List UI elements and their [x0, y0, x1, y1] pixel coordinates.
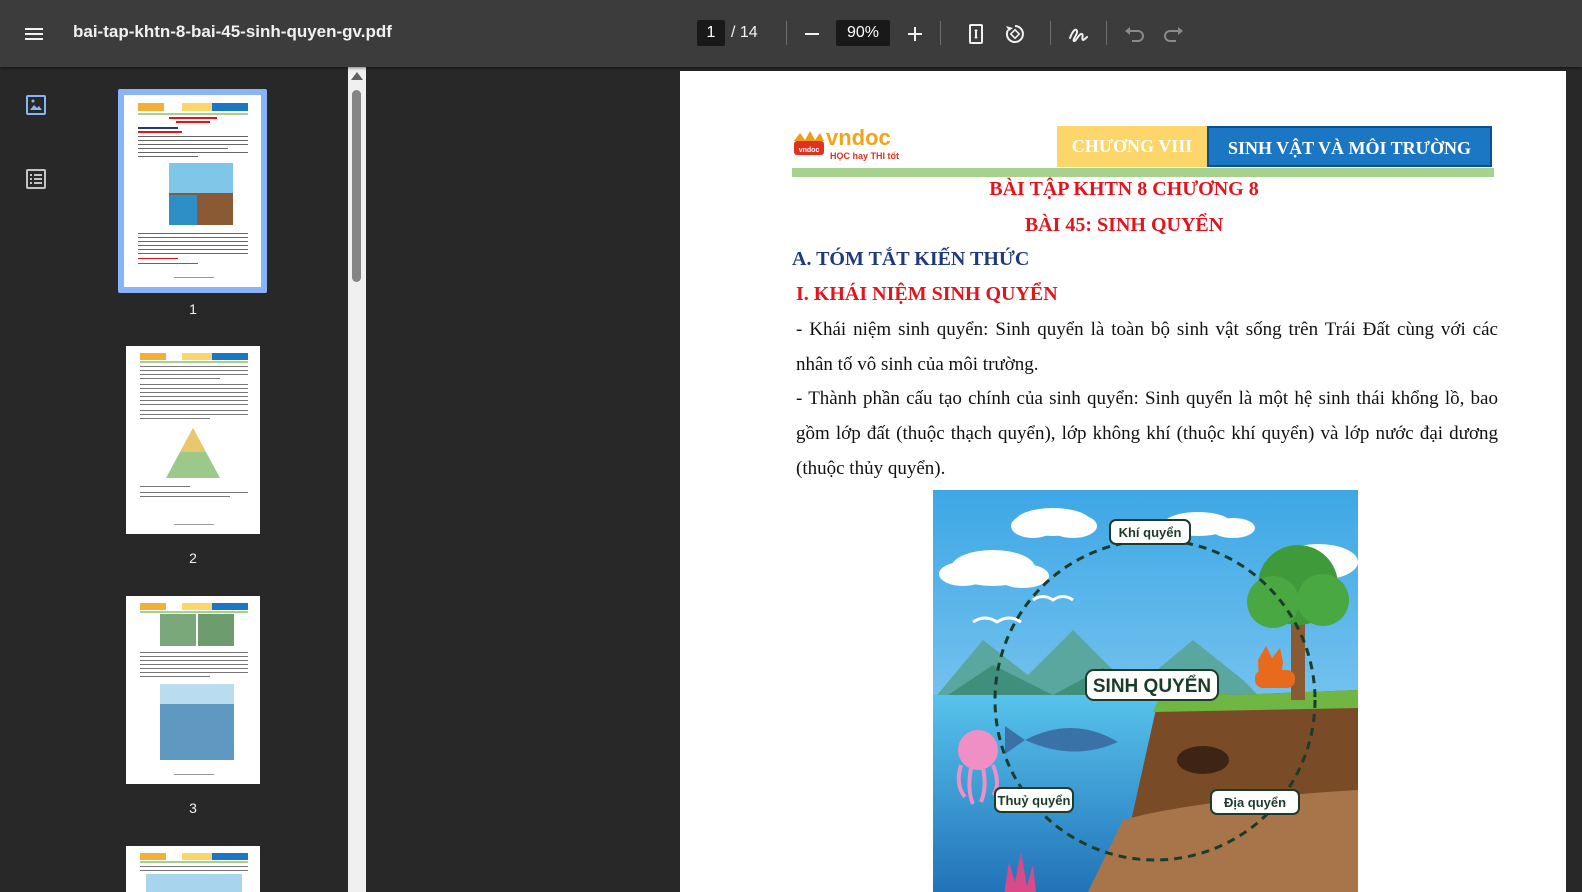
outline-icon[interactable]	[24, 167, 48, 191]
page-total: / 14	[731, 24, 758, 41]
paragraph-components: - Thành phần cấu tạo chính của sinh quyể…	[796, 388, 1498, 479]
sidebar	[0, 67, 72, 892]
zoom-input[interactable]: 90%	[836, 20, 890, 46]
svg-text:vndoc: vndoc	[799, 147, 820, 154]
label-thuy-quyen: Thuỷ quyển	[998, 793, 1071, 808]
toolbar: bai-tap-khtn-8-bai-45-sinh-quyen-gv.pdf …	[0, 0, 1582, 67]
thumbnail-content-icon	[138, 103, 248, 278]
rotate-icon[interactable]	[1001, 20, 1029, 48]
chapter-title: SINH VẬT VÀ MÔI TRƯỜNG	[1207, 126, 1492, 167]
chapter-label: CHƯƠNG VIII	[1057, 126, 1207, 167]
page-title-line2: BÀI 45: SINH QUYỂN	[1024, 214, 1224, 236]
thumbnails-icon[interactable]	[24, 93, 48, 117]
divider	[1106, 21, 1107, 45]
label-dia-quyen: Địa quyển	[1224, 795, 1286, 810]
zoom-in-icon[interactable]	[901, 20, 929, 48]
thumbnail-number: 2	[189, 550, 197, 566]
label-khi-quyen: Khí quyển	[1119, 525, 1182, 540]
thumbnail-paper	[126, 846, 260, 892]
thumbnail-page-2[interactable]: 2	[126, 346, 260, 576]
document-viewer: vndoc vndoc HỌC hay THI tốt CHƯƠNG VIII …	[366, 67, 1582, 892]
page-number-input[interactable]: 1	[697, 20, 725, 46]
fit-page-icon[interactable]	[962, 20, 990, 48]
thumbnail-page-1[interactable]: 1	[118, 89, 267, 327]
redo-icon[interactable]	[1160, 20, 1188, 48]
scroll-up-arrow-icon[interactable]	[351, 72, 363, 80]
divider	[786, 21, 787, 45]
thumbnail-page-4[interactable]	[126, 846, 260, 892]
vndoc-logo: vndoc vndoc HỌC hay THI tốt	[792, 123, 904, 163]
thumbnail-content-icon	[140, 853, 248, 892]
thumbnail-scrollbar[interactable]	[348, 67, 366, 892]
biosphere-diagram: Khí quyển SINH QUYỂN Thuỷ quyển Địa quyể…	[933, 490, 1358, 892]
document-title: bai-tap-khtn-8-bai-45-sinh-quyen-gv.pdf	[73, 22, 392, 41]
section-heading-i: I. KHÁI NIỆM SINH QUYỂN	[796, 283, 1058, 305]
thumbnail-paper	[126, 596, 260, 784]
undo-icon[interactable]	[1120, 20, 1148, 48]
thumbnail-panel: 1 2 3	[72, 67, 348, 892]
thumbnail-paper	[124, 95, 261, 287]
paragraph-definition: - Khái niệm sinh quyển: Sinh quyển là to…	[796, 319, 1498, 375]
divider	[1050, 21, 1051, 45]
section-heading-a: A. TÓM TẮT KIẾN THỨC	[792, 248, 1030, 270]
thumbnail-content-icon	[140, 603, 248, 775]
page-scrollbar[interactable]	[1566, 67, 1582, 892]
thumbnail-content-icon	[140, 353, 248, 525]
header-divider	[792, 168, 1494, 177]
thumbnail-number: 3	[189, 800, 197, 816]
zoom-out-icon[interactable]	[798, 20, 826, 48]
thumbnail-number: 1	[189, 301, 197, 317]
annotate-pen-icon[interactable]	[1064, 20, 1092, 48]
thumbnail-paper	[126, 346, 260, 534]
biosphere-illustration: Khí quyển SINH QUYỂN Thuỷ quyển Địa quyể…	[933, 490, 1358, 892]
svg-text:HỌC hay THI tốt: HỌC hay THI tốt	[830, 151, 899, 161]
page-title-line1: BÀI TẬP KHTN 8 CHƯƠNG 8	[989, 178, 1259, 200]
menu-icon[interactable]	[22, 22, 46, 46]
thumbnail-page-3[interactable]: 3	[126, 596, 260, 826]
pdf-page: vndoc vndoc HỌC hay THI tốt CHƯƠNG VIII …	[680, 71, 1568, 892]
scrollbar-thumb[interactable]	[352, 90, 361, 282]
label-sinh-quyen: SINH QUYỂN	[1093, 675, 1211, 697]
divider	[940, 21, 941, 45]
vndoc-logo-icon: vndoc vndoc HỌC hay THI tốt	[794, 125, 899, 161]
svg-text:vndoc: vndoc	[826, 125, 891, 150]
